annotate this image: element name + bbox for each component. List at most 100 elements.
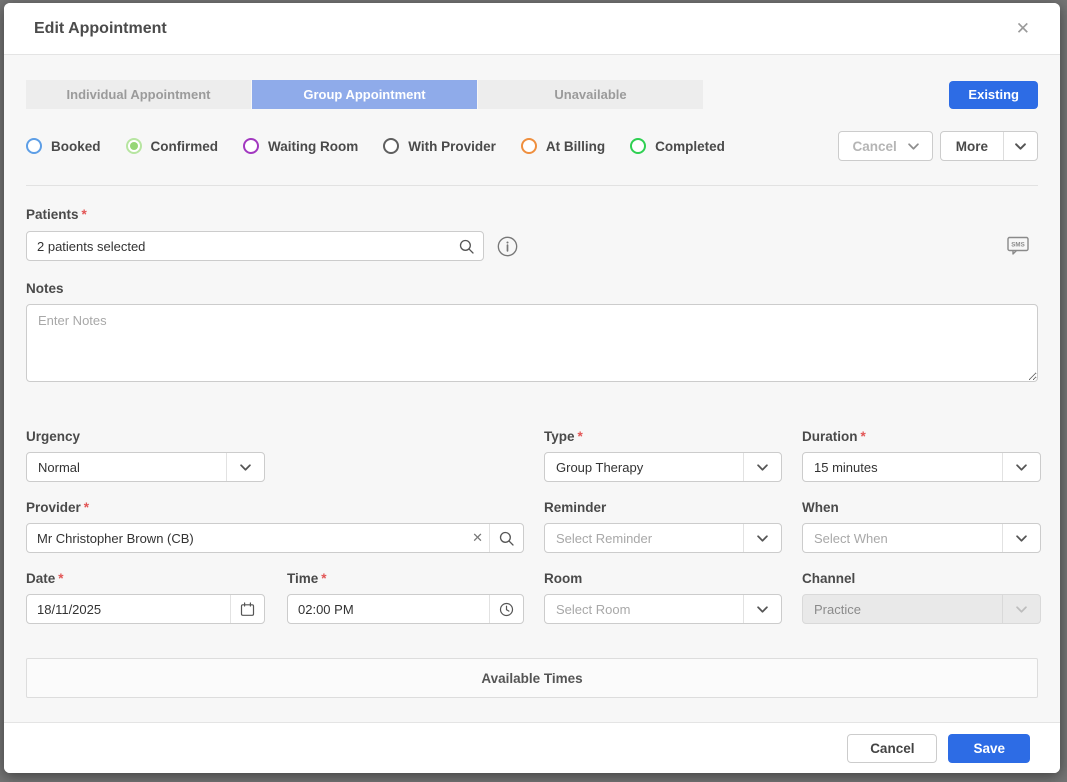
required-asterisk: * [861, 429, 866, 444]
time-input-box [287, 594, 524, 624]
cancel-appointment-label: Cancel [852, 139, 896, 154]
chevron-down-icon [1002, 524, 1040, 552]
type-value: Group Therapy [545, 460, 743, 475]
top-actions: Cancel More [838, 131, 1038, 161]
patients-input-box [26, 231, 484, 261]
existing-button[interactable]: Existing [949, 81, 1038, 109]
calendar-icon[interactable] [231, 602, 264, 617]
tab-individual-appointment[interactable]: Individual Appointment [26, 80, 251, 109]
status-radio-booked[interactable]: Booked [26, 138, 101, 154]
room-label: Room [544, 571, 782, 586]
radio-icon [26, 138, 42, 154]
date-input-box [26, 594, 265, 624]
type-label: Type* [544, 429, 782, 444]
when-select[interactable]: Select When [802, 523, 1041, 553]
duration-field: Duration* 15 minutes [802, 429, 1041, 482]
room-placeholder: Select Room [545, 602, 743, 617]
sms-icon[interactable]: SMS [1007, 236, 1030, 256]
chevron-down-icon [743, 524, 781, 552]
time-label: Time* [287, 571, 524, 586]
form-row-2: Provider* ✕ Reminder Select Reminder [26, 500, 1038, 553]
status-label: Completed [655, 139, 725, 154]
status-row: Booked Confirmed Waiting Room With Provi… [26, 131, 1038, 161]
chevron-down-icon[interactable] [1003, 132, 1037, 160]
svg-text:SMS: SMS [1011, 242, 1024, 249]
cancel-appointment-dropdown[interactable]: Cancel [838, 131, 932, 161]
channel-select-disabled: Practice [802, 594, 1041, 624]
notes-field: Notes [26, 281, 1038, 387]
status-label: Booked [51, 139, 101, 154]
chevron-down-icon [1002, 595, 1040, 623]
clear-icon[interactable]: ✕ [464, 530, 489, 546]
status-radio-at-billing[interactable]: At Billing [521, 138, 605, 154]
notes-label: Notes [26, 281, 1038, 296]
reminder-select[interactable]: Select Reminder [544, 523, 782, 553]
urgency-field: Urgency Normal [26, 429, 524, 482]
provider-input-box: ✕ [26, 523, 524, 553]
patients-label: Patients* [26, 207, 1038, 222]
radio-icon [630, 138, 646, 154]
when-field: When Select When [802, 500, 1041, 553]
status-label: With Provider [408, 139, 496, 154]
channel-field: Channel Practice [802, 571, 1041, 624]
form-row-1: Urgency Normal Type* Group Therapy [26, 429, 1038, 482]
date-field: Date* [26, 571, 265, 624]
when-label: When [802, 500, 1041, 515]
room-field: Room Select Room [544, 571, 782, 624]
chevron-down-icon [743, 595, 781, 623]
duration-select[interactable]: 15 minutes [802, 452, 1041, 482]
provider-input[interactable] [27, 531, 464, 546]
chevron-down-icon [743, 453, 781, 481]
status-radio-waiting-room[interactable]: Waiting Room [243, 138, 358, 154]
edit-appointment-modal: Edit Appointment ✕ Individual Appointmen… [4, 3, 1060, 773]
channel-label: Channel [802, 571, 1041, 586]
available-times-bar[interactable]: Available Times [26, 658, 1038, 698]
when-placeholder: Select When [803, 531, 1002, 546]
type-field: Type* Group Therapy [544, 429, 782, 482]
close-icon[interactable]: ✕ [1016, 20, 1030, 37]
search-icon[interactable] [490, 531, 523, 546]
date-input[interactable] [27, 602, 230, 617]
chevron-down-icon [226, 453, 264, 481]
patients-input[interactable] [27, 239, 450, 254]
date-time-grid: Date* Time* [26, 571, 524, 624]
status-radio-confirmed[interactable]: Confirmed [126, 138, 219, 154]
save-button[interactable]: Save [948, 734, 1030, 763]
search-icon[interactable] [450, 239, 483, 254]
duration-label: Duration* [802, 429, 1041, 444]
urgency-label: Urgency [26, 429, 524, 444]
radio-icon [243, 138, 259, 154]
chevron-down-icon [908, 143, 919, 150]
radio-dot [130, 142, 138, 150]
notes-textarea[interactable] [26, 304, 1038, 382]
urgency-value: Normal [27, 460, 226, 475]
date-time-cell: Date* Time* [26, 571, 524, 624]
patients-field: Patients* SMS [26, 207, 1038, 261]
urgency-select[interactable]: Normal [26, 452, 265, 482]
type-select[interactable]: Group Therapy [544, 452, 782, 482]
required-asterisk: * [82, 207, 87, 222]
tab-unavailable[interactable]: Unavailable [478, 80, 703, 109]
patients-row: SMS [26, 231, 1038, 261]
reminder-placeholder: Select Reminder [545, 531, 743, 546]
tab-group-appointment[interactable]: Group Appointment [252, 80, 477, 109]
clock-icon[interactable] [490, 602, 523, 617]
reminder-field: Reminder Select Reminder [544, 500, 782, 553]
status-label: Confirmed [151, 139, 219, 154]
separator [26, 185, 1038, 186]
more-button[interactable]: More [941, 139, 1003, 154]
required-asterisk: * [84, 500, 89, 515]
status-radio-completed[interactable]: Completed [630, 138, 725, 154]
modal-title: Edit Appointment [34, 20, 167, 38]
modal-body: Individual Appointment Group Appointment… [4, 55, 1060, 722]
status-label: At Billing [546, 139, 605, 154]
cancel-button[interactable]: Cancel [847, 734, 937, 763]
channel-value: Practice [803, 602, 1002, 617]
provider-field: Provider* ✕ [26, 500, 524, 553]
more-split-button: More [940, 131, 1038, 161]
status-radio-with-provider[interactable]: With Provider [383, 138, 496, 154]
required-asterisk: * [321, 571, 326, 586]
info-icon[interactable] [497, 236, 518, 257]
time-input[interactable] [288, 602, 489, 617]
room-select[interactable]: Select Room [544, 594, 782, 624]
